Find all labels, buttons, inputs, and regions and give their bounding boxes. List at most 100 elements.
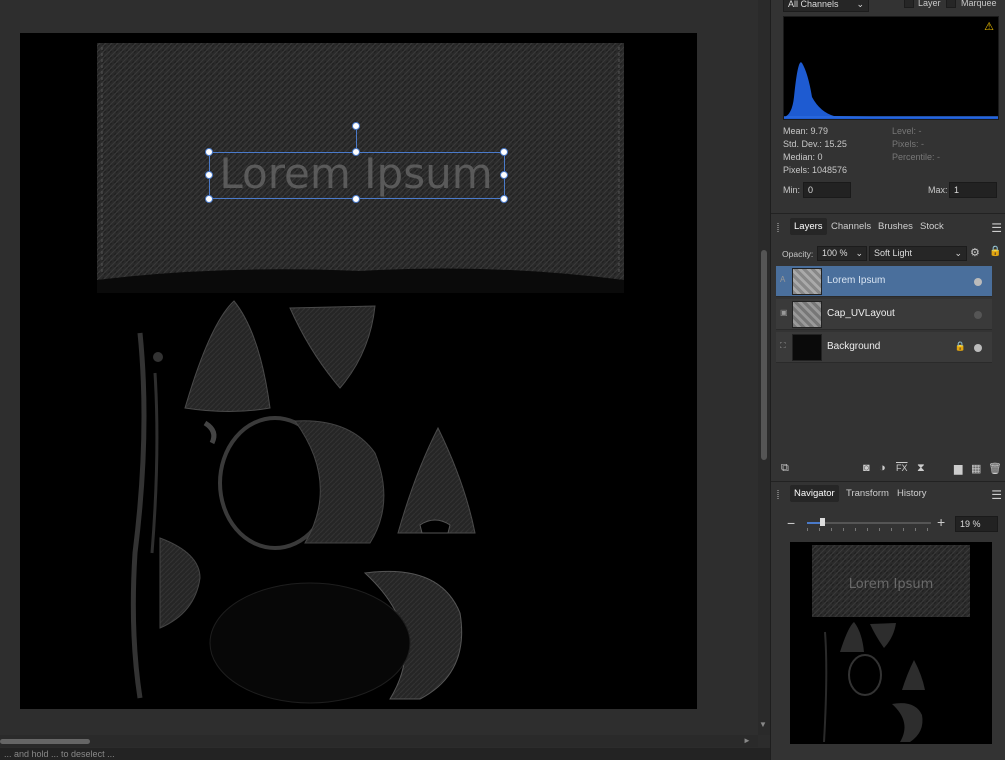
stat-percentile: Percentile: - [892, 152, 941, 162]
gear-icon[interactable]: ⚙ [970, 246, 980, 259]
resize-handle-mr[interactable] [500, 171, 508, 179]
layer-name[interactable]: Background [827, 341, 880, 352]
histogram-stats: Mean: 9.79 Std. Dev.: 15.25 Median: 0 Pi… [783, 125, 893, 177]
marquee-checkbox[interactable] [946, 0, 956, 8]
channel-select[interactable]: All Channels ⌄ [783, 0, 869, 12]
lock-icon[interactable]: 🔒 [955, 341, 966, 352]
resize-handle-bl[interactable] [205, 195, 213, 203]
layer-row-lorem-ipsum[interactable]: A Lorem Ipsum [776, 266, 992, 297]
uv-shape [397, 426, 476, 534]
hourglass-icon[interactable]: ⧗ [917, 462, 925, 475]
layer-name[interactable]: Cap_UVLayout [827, 308, 895, 319]
visibility-dot-icon[interactable] [974, 311, 982, 319]
navigator-preview[interactable]: Lorem Ipsum [790, 542, 992, 744]
chevron-down-icon: ⌄ [954, 248, 962, 258]
marquee-checkbox-label: Marquee [961, 0, 997, 8]
layer-row-cap-uvlayout[interactable]: ▣ Cap_UVLayout [776, 299, 992, 330]
opacity-select[interactable]: 100 % ⌄ [817, 246, 867, 261]
zoom-out-icon[interactable]: − [787, 515, 795, 531]
layers-toolbar: ⧉ ◙ ◑ FX ⧗ ▆ ▦ 🗑 [771, 460, 1005, 480]
stat-pixels: Pixels: 1048576 [783, 165, 848, 175]
layer-checkbox-label: Layer [918, 0, 941, 8]
warning-triangle-icon[interactable]: ⚠ [984, 20, 994, 33]
layer-thumbnail [792, 268, 822, 295]
panel-grip-icon[interactable] [777, 223, 779, 232]
stat-mean: Mean: 9.79 [783, 126, 829, 136]
tab-stock[interactable]: Stock [920, 221, 944, 232]
layer-checkbox[interactable] [904, 0, 914, 8]
lock-icon[interactable]: 🔒 [989, 246, 1001, 257]
rotate-handle[interactable] [352, 122, 360, 130]
tab-channels[interactable]: Channels [831, 221, 871, 232]
vertical-scrollbar[interactable]: ▼ [758, 0, 770, 735]
pixel-layer-type-icon: ▣ [780, 308, 788, 317]
status-text: ... and hold ... to deselect ... [4, 749, 115, 759]
zoom-slider[interactable] [807, 518, 931, 532]
horizontal-scrollbar[interactable]: ► [0, 735, 758, 747]
resize-handle-tl[interactable] [205, 148, 213, 156]
uv-shape [289, 305, 376, 389]
resize-handle-bm[interactable] [352, 195, 360, 203]
stat-pixels-sel: Pixels: - [892, 139, 925, 149]
uv-shape [294, 420, 385, 544]
resize-handle-ml[interactable] [205, 171, 213, 179]
tab-brushes[interactable]: Brushes [878, 221, 913, 232]
opacity-value: 100 % [822, 248, 848, 258]
tab-history[interactable]: History [897, 488, 927, 499]
layer-thumbnail [792, 334, 822, 361]
layer-thumbnail [792, 301, 822, 328]
scroll-right-icon[interactable]: ► [743, 736, 751, 745]
resize-handle-br[interactable] [500, 195, 508, 203]
histogram-graph: ⚠ [783, 16, 999, 120]
panel-grip-icon[interactable] [777, 490, 779, 499]
uv-shape [159, 537, 201, 629]
zoom-in-icon[interactable]: + [937, 514, 945, 530]
resize-handle-tr[interactable] [500, 148, 508, 156]
adjustment-icon[interactable]: ◑ [879, 462, 886, 474]
tab-navigator[interactable]: Navigator [790, 485, 839, 502]
stat-median: Median: 0 [783, 152, 823, 162]
tab-transform[interactable]: Transform [846, 488, 889, 499]
canvas-workspace[interactable]: Lorem Ipsum [0, 0, 758, 735]
layer-row-background[interactable]: ⛶ Background 🔒 [776, 332, 992, 363]
blend-mode-value: Soft Light [874, 248, 913, 258]
stat-level: Level: - [892, 126, 922, 136]
panel-menu-icon[interactable]: ☰ [991, 488, 1002, 502]
text-layer-type-icon: A [780, 275, 786, 284]
min-label: Min: [783, 185, 801, 195]
max-input[interactable]: 1 [949, 182, 997, 198]
vertical-scroll-thumb[interactable] [761, 250, 767, 460]
pixel-layer-icon[interactable]: ▦ [971, 462, 981, 475]
min-input[interactable]: 0 [803, 182, 851, 198]
visibility-dot-icon[interactable] [974, 344, 982, 352]
stat-stddev: Std. Dev.: 15.25 [783, 139, 847, 149]
chevron-down-icon: ⌄ [855, 248, 863, 258]
uv-texture-artwork: Lorem Ipsum [97, 43, 624, 704]
channel-select-value: All Channels [788, 0, 839, 9]
layers-list: A Lorem Ipsum ▣ Cap_UVLayout ⛶ Backgroun… [771, 266, 1005, 456]
layers-panel-tabs: Layers Channels Brushes Stock ☰ [777, 217, 1005, 239]
uv-shape [184, 300, 271, 412]
document-canvas[interactable]: Lorem Ipsum [20, 33, 697, 709]
scroll-down-icon[interactable]: ▼ [759, 720, 767, 729]
zoom-input[interactable]: 19 % [955, 516, 998, 532]
blend-mode-select[interactable]: Soft Light ⌄ [869, 246, 967, 261]
folder-icon[interactable]: ▆ [954, 462, 962, 475]
fx-icon[interactable]: FX [896, 463, 908, 473]
mask-icon[interactable]: ◙ [863, 462, 870, 474]
panel-menu-icon[interactable]: ☰ [991, 221, 1002, 235]
layer-name[interactable]: Lorem Ipsum [827, 275, 885, 286]
background-layer-type-icon: ⛶ [780, 341, 786, 350]
histogram-stats-right: Level: - Pixels: - Percentile: - [892, 125, 992, 164]
navigator-preview-text: Lorem Ipsum [848, 577, 934, 592]
resize-handle-tm[interactable] [352, 148, 360, 156]
status-bar: ... and hold ... to deselect ... [0, 748, 770, 760]
tab-layers[interactable]: Layers [790, 218, 827, 235]
trash-icon[interactable]: 🗑 [988, 462, 1002, 475]
text-selection-box[interactable] [209, 152, 505, 199]
zoom-slider-thumb[interactable] [820, 518, 825, 526]
opacity-label: Opacity: [782, 249, 814, 259]
visibility-dot-icon[interactable] [974, 278, 982, 286]
layer-copy-icon[interactable]: ⧉ [781, 462, 789, 475]
horizontal-scroll-thumb[interactable] [0, 739, 90, 744]
